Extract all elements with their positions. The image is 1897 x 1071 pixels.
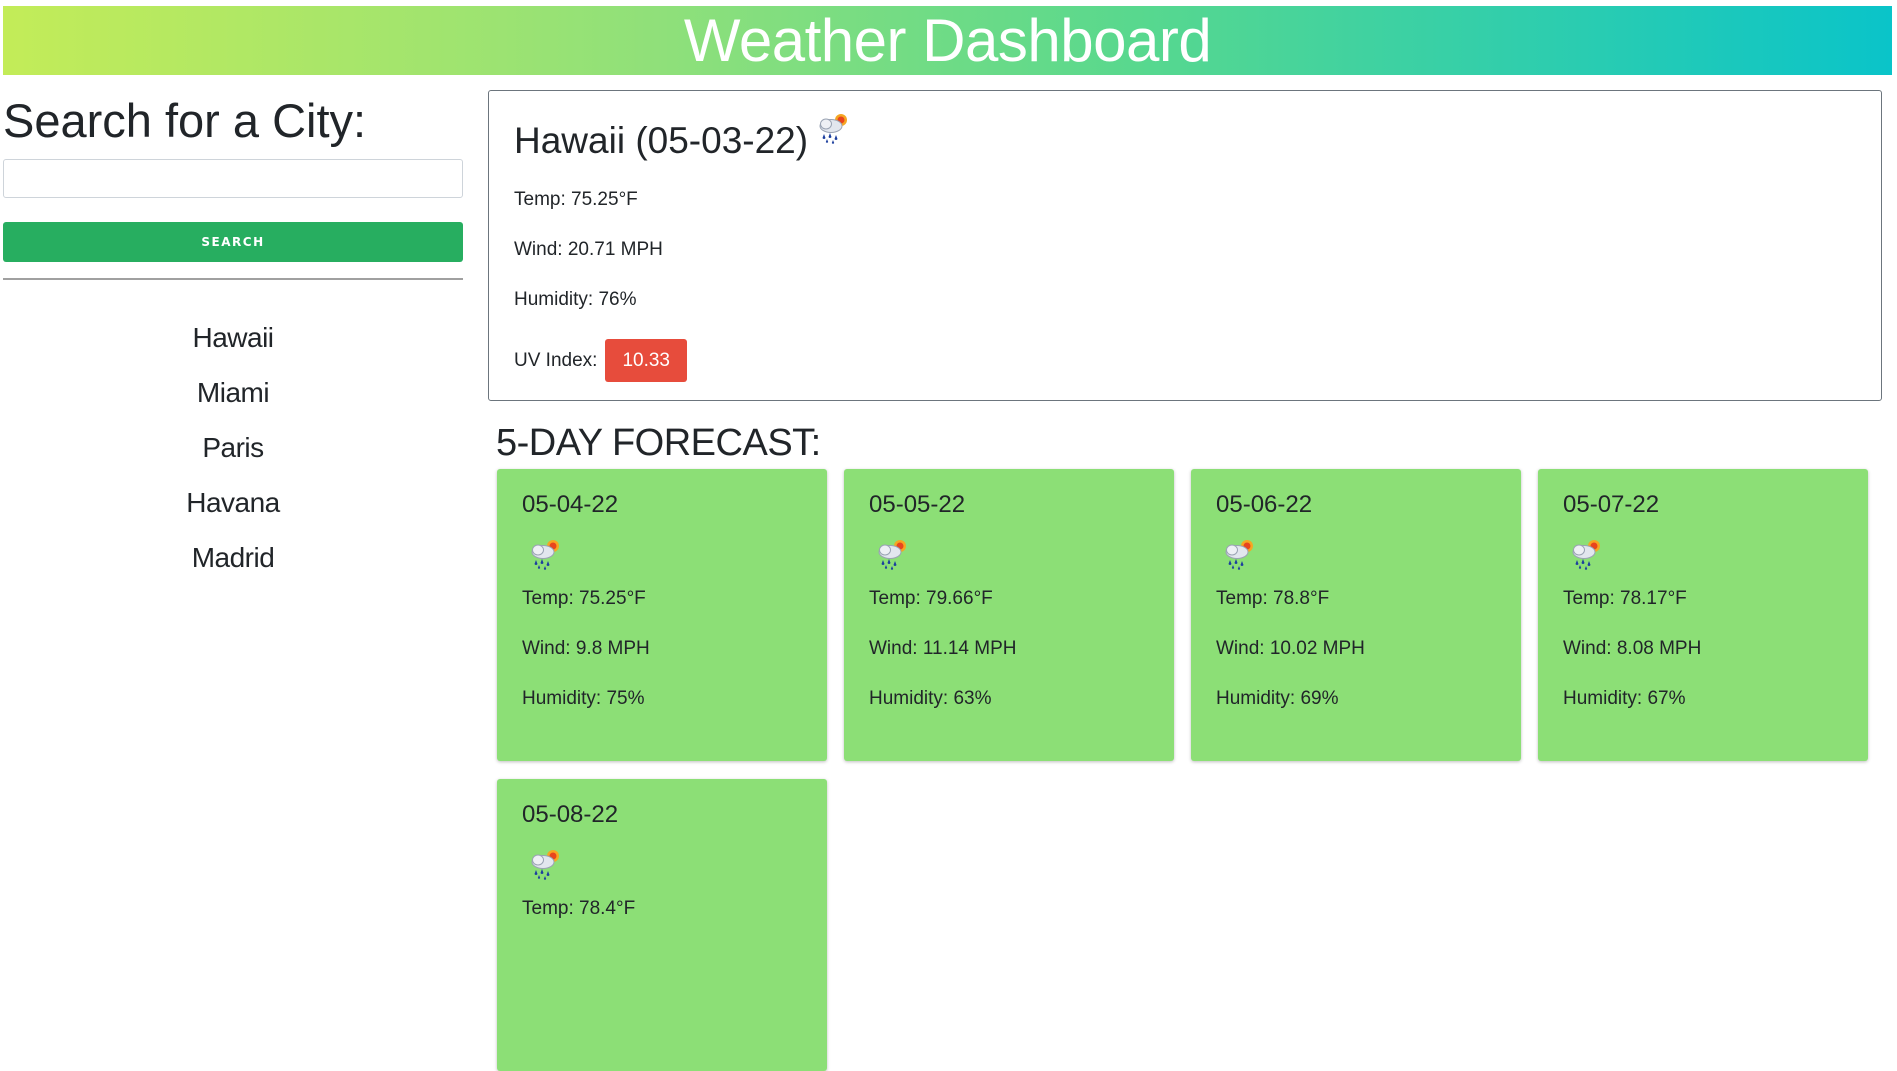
current-weather-panel: Hawaii (05-03-22) Temp: 75.25°F Wind: 20… <box>488 90 1882 401</box>
rain-sun-icon <box>819 114 848 144</box>
forecast-heading: 5-DAY FORECAST: <box>496 422 821 464</box>
current-weather-title: Hawaii (05-03-22) <box>514 114 1856 163</box>
forecast-date: 05-04-22 <box>522 491 619 518</box>
forecast-wind: Wind: 11.14 MPH <box>869 638 1017 659</box>
forecast-temp: Temp: 78.17°F <box>1563 588 1687 609</box>
search-title: Search for a City: <box>3 94 367 147</box>
forecast-date: 05-08-22 <box>522 801 619 828</box>
forecast-temp: Temp: 78.4°F <box>522 898 636 919</box>
sidebar: Search for a City: SEARCH Hawaii Miami P… <box>3 93 463 585</box>
page-header: Weather Dashboard <box>3 6 1892 75</box>
forecast-card: 05-06-22 Temp: 78.8°F Wind: 10.02 MPH Hu… <box>1191 469 1521 761</box>
current-temp: Temp: 75.25°F <box>514 189 638 210</box>
history-item-havana[interactable]: Havana <box>3 475 463 530</box>
forecast-date: 05-07-22 <box>1563 491 1660 518</box>
forecast-card: 05-07-22 Temp: 78.17°F Wind: 8.08 MPH Hu… <box>1538 469 1868 761</box>
forecast-humidity: Humidity: 69% <box>1216 688 1339 709</box>
forecast-humidity: Humidity: 67% <box>1563 688 1686 709</box>
forecast-temp: Temp: 78.8°F <box>1216 588 1330 609</box>
forecast-temp: Temp: 75.25°F <box>522 588 646 609</box>
city-search-input[interactable] <box>3 159 463 198</box>
forecast-humidity: Humidity: 75% <box>522 688 645 709</box>
forecast-card: 05-05-22 Temp: 79.66°F Wind: 11.14 MPH H… <box>844 469 1174 761</box>
rain-sun-icon <box>1225 540 1253 570</box>
uv-label: UV Index: <box>514 349 598 371</box>
rain-sun-icon <box>878 540 906 570</box>
current-wind: Wind: 20.71 MPH <box>514 239 663 260</box>
forecast-grid: 05-04-22 Temp: 75.25°F Wind: 9.8 MPH Hum… <box>497 469 1873 1071</box>
rain-sun-icon <box>1572 540 1600 570</box>
rain-sun-icon <box>531 850 559 880</box>
current-humidity: Humidity: 76% <box>514 289 637 310</box>
history-item-miami[interactable]: Miami <box>3 365 463 420</box>
page-title: Weather Dashboard <box>683 7 1212 74</box>
forecast-temp: Temp: 79.66°F <box>869 588 993 609</box>
forecast-date: 05-06-22 <box>1216 491 1313 518</box>
forecast-date: 05-05-22 <box>869 491 966 518</box>
sidebar-divider <box>3 278 463 280</box>
current-city-date: Hawaii (05-03-22) <box>514 120 809 161</box>
history-item-madrid[interactable]: Madrid <box>3 530 463 585</box>
rain-sun-icon <box>531 540 559 570</box>
history-item-hawaii[interactable]: Hawaii <box>3 310 463 365</box>
forecast-wind: Wind: 10.02 MPH <box>1216 638 1365 659</box>
forecast-card: 05-04-22 Temp: 75.25°F Wind: 9.8 MPH Hum… <box>497 469 827 761</box>
forecast-wind: Wind: 8.08 MPH <box>1563 638 1702 659</box>
forecast-card: 05-08-22 Temp: 78.4°F <box>497 779 827 1071</box>
forecast-humidity: Humidity: 63% <box>869 688 992 709</box>
history-item-paris[interactable]: Paris <box>3 420 463 475</box>
search-button[interactable]: SEARCH <box>3 222 463 262</box>
search-history-list: Hawaii Miami Paris Havana Madrid <box>3 310 463 585</box>
current-uv-row: UV Index: 10.33 <box>514 339 1856 382</box>
forecast-wind: Wind: 9.8 MPH <box>522 638 650 659</box>
uv-index-badge: 10.33 <box>605 339 687 382</box>
